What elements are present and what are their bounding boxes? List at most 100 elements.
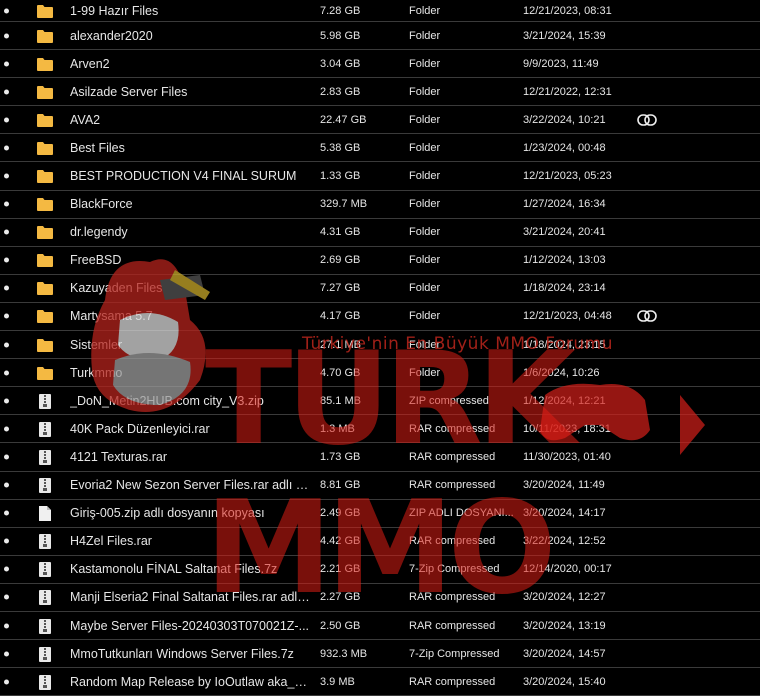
file-size: 2.27 GB [320, 591, 361, 604]
file-row[interactable]: Best Files 5.38 GB Folder 1/23/2024, 00:48 [0, 134, 760, 163]
file-modified-date: 12/14/2020, 00:17 [523, 563, 612, 576]
file-size: 1.33 GB [320, 170, 361, 183]
bullet-icon [4, 342, 9, 348]
file-name[interactable]: FreeBSD [70, 253, 310, 267]
shared-link-icon[interactable] [637, 114, 657, 126]
file-name[interactable]: 4121 Texturas.rar [70, 450, 310, 464]
file-row[interactable]: 4121 Texturas.rar 1.73 GB RAR compressed 11… [0, 443, 760, 472]
file-row[interactable]: alexander2020 5.98 GB Folder 3/21/2024, 15:… [0, 22, 760, 51]
file-size: 85.1 MB [320, 394, 361, 407]
file-name[interactable]: Sistemler [70, 338, 310, 352]
file-type: RAR compressed [409, 450, 496, 463]
bullet-icon [4, 426, 9, 432]
file-modified-date: 3/22/2024, 12:52 [523, 535, 606, 548]
file-size: 932.3 MB [320, 647, 368, 660]
file-name[interactable]: Turkmmo [70, 366, 310, 380]
file-modified-date: 1/18/2024, 23:15 [523, 338, 606, 351]
file-row[interactable]: Arven2 3.04 GB Folder 9/9/2023, 11:49 [0, 50, 760, 79]
file-row[interactable]: Kastamonolu FİNAL Saltanat Files.7z 2.21 … [0, 556, 760, 584]
file-row[interactable]: _DoN_Metin2HUB.com city_V3.zip 85.1 MB ZIP… [0, 387, 760, 416]
file-size: 329.7 MB [320, 198, 368, 211]
archive-icon [39, 421, 55, 437]
file-name[interactable]: Evoria2 New Sezon Server Files.rar adlı … [70, 478, 310, 492]
file-type: Folder [409, 113, 441, 126]
file-modified-date: 1/12/2024, 13:03 [523, 254, 606, 267]
file-row[interactable]: AVA2 22.47 GB Folder 3/22/2024, 10:21 [0, 106, 760, 135]
file-row[interactable]: 40K Pack Düzenleyici.rar 1.3 MB RAR compre… [0, 415, 760, 444]
bullet-icon [4, 285, 9, 291]
file-row[interactable]: H4Zel Files.rar 4.42 GB RAR compressed 3/22… [0, 528, 760, 556]
file-row[interactable]: dr.legendy 4.31 GB Folder 3/21/2024, 20:41 [0, 219, 760, 247]
file-row[interactable]: BlackForce 329.7 MB Folder 1/27/2024, 16:34 [0, 191, 760, 219]
file-row[interactable]: Martysama 5.7 4.17 GB Folder 12/21/2023, 04… [0, 303, 760, 332]
document-icon [39, 506, 55, 522]
file-type: Folder [409, 282, 441, 295]
file-row[interactable]: Turkmmo 4.70 GB Folder 1/6/2024, 10:26 [0, 359, 760, 388]
file-type: Folder [409, 254, 441, 267]
file-row[interactable]: Giriş-005.zip adlı dosyanın kopyası 2.49 … [0, 500, 760, 528]
file-row[interactable]: Random Map Release by IoOutlaw aka_Te...… [0, 668, 760, 696]
folder-icon [37, 366, 53, 380]
file-size: 2.50 GB [320, 619, 361, 632]
file-name[interactable]: Random Map Release by IoOutlaw aka_Te... [70, 675, 310, 689]
file-modified-date: 3/20/2024, 13:19 [523, 619, 606, 632]
file-row[interactable]: Evoria2 New Sezon Server Files.rar adlı … [0, 472, 760, 500]
bullet-icon [4, 8, 9, 13]
file-modified-date: 1/6/2024, 10:26 [523, 366, 600, 379]
file-row[interactable]: FreeBSD 2.69 GB Folder 1/12/2024, 13:03 [0, 247, 760, 275]
file-name[interactable]: Giriş-005.zip adlı dosyanın kopyası [70, 506, 310, 520]
file-name[interactable]: Manji Elseria2 Final Saltanat Files.rar … [70, 590, 310, 604]
file-name[interactable]: Kastamonolu FİNAL Saltanat Files.7z [70, 562, 310, 576]
file-name[interactable]: Martysama 5.7 [70, 309, 310, 323]
folder-icon [37, 4, 53, 18]
file-type: Folder [409, 366, 441, 379]
file-size: 27.1 MB [320, 338, 361, 351]
file-type: RAR compressed [409, 422, 496, 435]
file-type: RAR compressed [409, 619, 496, 632]
bullet-icon [4, 594, 9, 600]
bullet-icon [4, 117, 9, 123]
file-size: 3.9 MB [320, 675, 355, 688]
file-name[interactable]: 40K Pack Düzenleyici.rar [70, 422, 310, 436]
shared-link-icon[interactable] [637, 310, 657, 323]
file-row[interactable]: Manji Elseria2 Final Saltanat Files.rar … [0, 584, 760, 612]
file-modified-date: 12/21/2023, 08:31 [523, 4, 612, 17]
bullet-icon [4, 398, 9, 404]
file-name[interactable]: alexander2020 [70, 29, 310, 43]
file-row[interactable]: Kazuyaden Files 7.27 GB Folder 1/18/2024, 2… [0, 275, 760, 303]
file-name[interactable]: MmoTutkunları Windows Server Files.7z [70, 647, 310, 661]
file-name[interactable]: 1-99 Hazır Files [70, 4, 310, 18]
file-size: 4.42 GB [320, 535, 361, 548]
file-name[interactable]: BlackForce [70, 197, 310, 211]
archive-icon [39, 534, 55, 550]
file-name[interactable]: _DoN_Metin2HUB.com city_V3.zip [70, 394, 310, 408]
bullet-icon [4, 173, 9, 179]
file-name[interactable]: Arven2 [70, 57, 310, 71]
file-modified-date: 11/30/2023, 01:40 [523, 450, 611, 463]
file-row[interactable]: Sistemler 27.1 MB Folder 1/18/2024, 23:15 [0, 331, 760, 360]
file-size: 4.31 GB [320, 226, 361, 239]
file-name[interactable]: Kazuyaden Files [70, 281, 310, 295]
file-row[interactable]: Asilzade Server Files 2.83 GB Folder 12/21/… [0, 78, 760, 107]
file-name[interactable]: Asilzade Server Files [70, 85, 310, 99]
file-modified-date: 3/20/2024, 15:40 [523, 675, 606, 688]
file-row[interactable]: Maybe Server Files-20240303T070021Z-... 2… [0, 612, 760, 641]
bullet-icon [4, 33, 9, 39]
file-size: 2.21 GB [320, 563, 361, 576]
folder-icon [37, 169, 53, 184]
file-name[interactable]: AVA2 [70, 113, 310, 127]
file-name[interactable]: Maybe Server Files-20240303T070021Z-... [70, 619, 310, 633]
file-type: Folder [409, 226, 441, 239]
file-row[interactable]: 1-99 Hazır Files 7.28 GB Folder 12/21/2023,… [0, 0, 760, 22]
file-size: 1.3 MB [320, 422, 355, 435]
file-modified-date: 12/21/2022, 12:31 [523, 85, 612, 98]
file-name[interactable]: dr.legendy [70, 225, 310, 239]
file-row[interactable]: MmoTutkunları Windows Server Files.7z 932… [0, 640, 760, 669]
file-name[interactable]: H4Zel Files.rar [70, 534, 310, 548]
file-type: Folder [409, 338, 441, 351]
file-name[interactable]: Best Files [70, 141, 310, 155]
file-type: RAR compressed [409, 675, 496, 688]
bullet-icon [4, 145, 9, 151]
file-row[interactable]: BEST PRODUCTION V4 FINAL SURUM 1.33 GB Fol… [0, 162, 760, 191]
file-name[interactable]: BEST PRODUCTION V4 FINAL SURUM [70, 169, 310, 183]
